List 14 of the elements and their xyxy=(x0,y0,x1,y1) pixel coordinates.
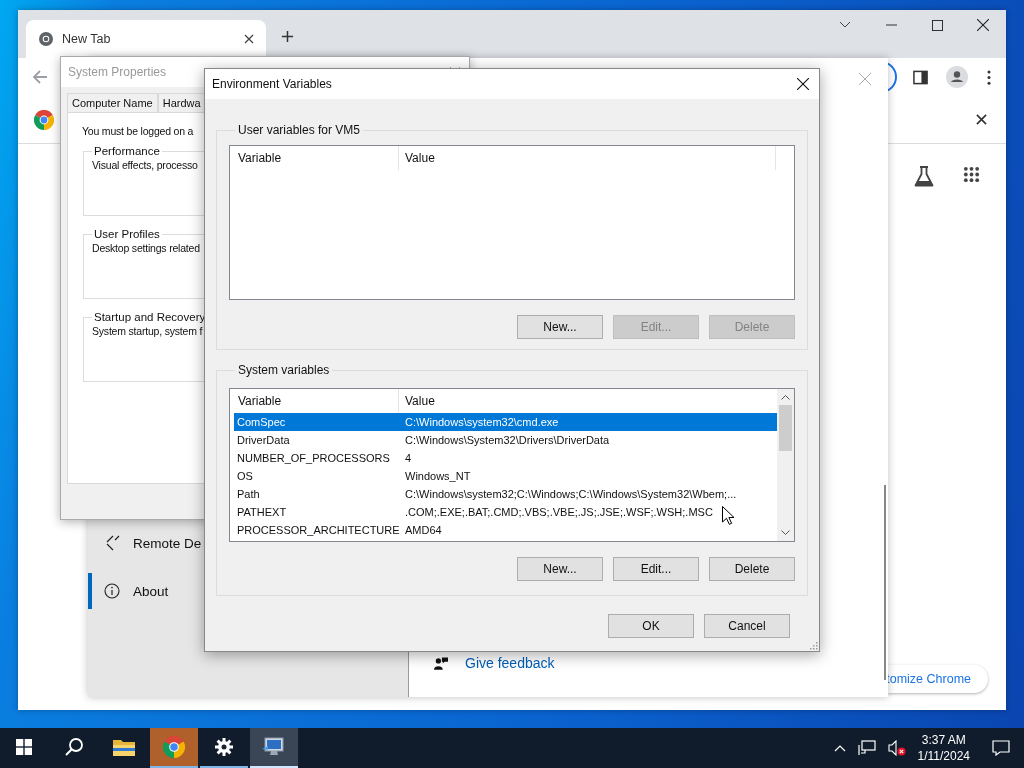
group-title: Performance xyxy=(93,145,161,157)
group-title: User Profiles xyxy=(93,228,161,240)
group-description: System startup, system f xyxy=(92,325,203,337)
group-title: Startup and Recovery xyxy=(93,311,207,323)
notice-text: You must be logged on a xyxy=(82,125,194,137)
window-title: System Properties xyxy=(68,65,167,79)
group-description: Desktop settings related xyxy=(92,242,200,254)
window-title: Environment Variables xyxy=(212,77,332,91)
group-title: User variables for VM5 xyxy=(237,123,362,137)
time-text: 3:37 AM xyxy=(921,732,966,748)
group-description: Visual effects, processo xyxy=(92,159,198,171)
group-title: System variables xyxy=(237,363,331,377)
date-text: 1/11/2024 xyxy=(917,748,970,764)
tab-title: New Tab xyxy=(62,32,112,46)
